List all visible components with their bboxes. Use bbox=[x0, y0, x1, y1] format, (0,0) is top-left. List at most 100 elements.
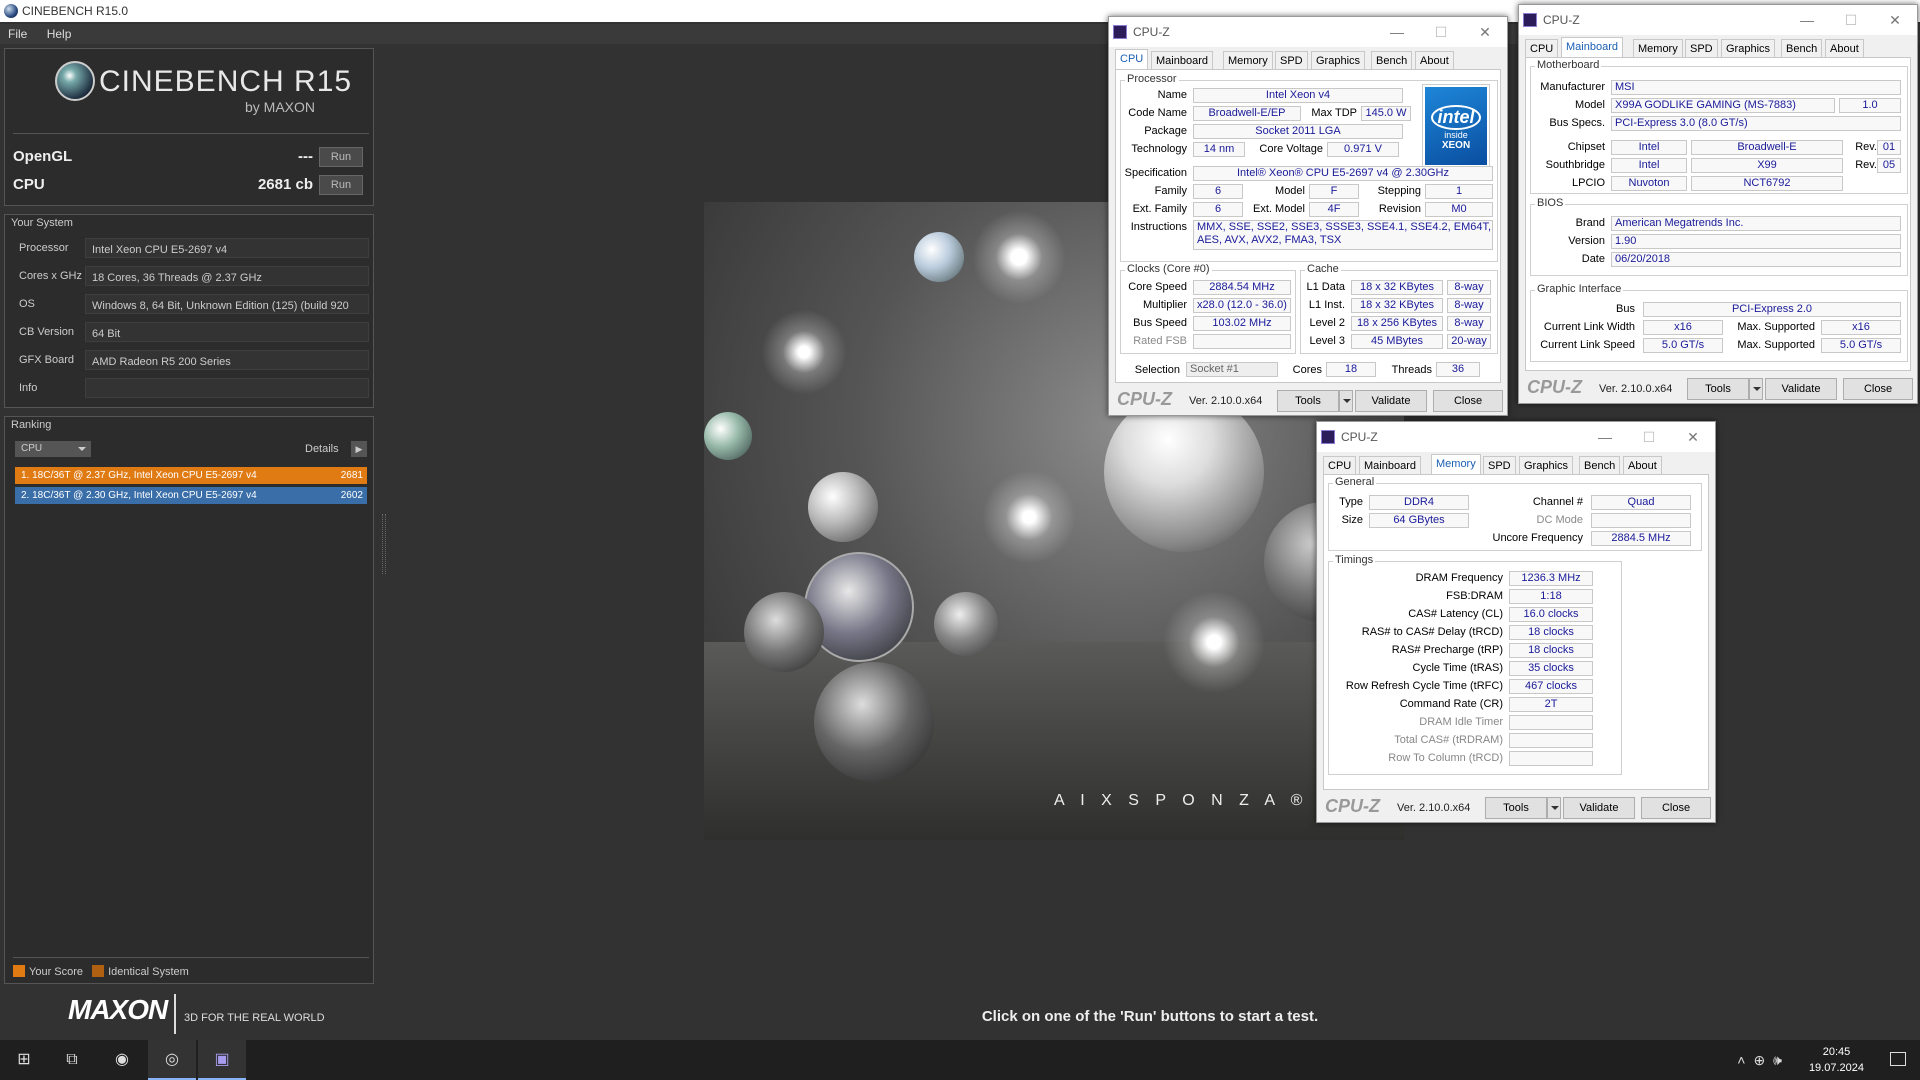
tab-memory[interactable]: Memory bbox=[1223, 51, 1273, 69]
tools-dropdown-icon[interactable] bbox=[1547, 797, 1561, 819]
close-icon[interactable]: ✕ bbox=[1873, 5, 1917, 35]
cinebench-app-icon bbox=[4, 4, 18, 18]
details-label[interactable]: Details bbox=[305, 441, 339, 457]
tab-cpu[interactable]: CPU bbox=[1323, 456, 1357, 474]
l2-value: 18 x 256 KBytes bbox=[1351, 316, 1443, 331]
maximize-icon[interactable]: ☐ bbox=[1627, 422, 1671, 452]
label: Model bbox=[1575, 99, 1605, 111]
tab-graphics[interactable]: Graphics bbox=[1311, 51, 1366, 69]
cpu-name-value: Intel Xeon v4 bbox=[1193, 88, 1403, 103]
cpuz-taskbar-icon[interactable]: ▣ bbox=[198, 1040, 246, 1080]
uncore-frequency-value: 2884.5 MHz bbox=[1591, 531, 1691, 546]
maximize-icon[interactable]: ☐ bbox=[1829, 5, 1873, 35]
maximize-icon[interactable]: ☐ bbox=[1419, 17, 1463, 47]
tab-spd[interactable]: SPD bbox=[1685, 39, 1718, 57]
close-icon[interactable]: ✕ bbox=[1463, 17, 1507, 47]
taskbar-app-icon[interactable]: ◉ bbox=[98, 1040, 146, 1080]
opengl-run-button[interactable]: Run bbox=[319, 147, 363, 167]
sys-label: CB Version bbox=[19, 326, 75, 338]
close-button[interactable]: Close bbox=[1641, 797, 1711, 819]
cpuz-footer: CPU-Z Ver. 2.10.0.x64 Tools Validate Clo… bbox=[1317, 794, 1715, 822]
tab-mainboard[interactable]: Mainboard bbox=[1359, 456, 1421, 474]
timing-label: Row To Column (tRCD) bbox=[1388, 752, 1503, 764]
menu-file[interactable]: File bbox=[8, 27, 27, 41]
label: Package bbox=[1144, 125, 1187, 137]
tab-bench[interactable]: Bench bbox=[1371, 51, 1413, 69]
cpu-score: 2681 cb bbox=[257, 176, 313, 193]
tab-bench[interactable]: Bench bbox=[1781, 39, 1823, 57]
cinebench-taskbar-icon[interactable]: ◎ bbox=[148, 1040, 196, 1080]
network-icon[interactable]: ⊕ bbox=[1753, 1052, 1773, 1068]
l1-data-value: 18 x 32 KBytes bbox=[1351, 280, 1443, 295]
socket-selector[interactable]: Socket #1 bbox=[1186, 362, 1278, 377]
render-sphere bbox=[1104, 392, 1264, 552]
tools-dropdown-icon[interactable] bbox=[1749, 378, 1763, 400]
task-view-icon[interactable]: ⧉ bbox=[48, 1040, 96, 1080]
lpcio-vendor: Nuvoton bbox=[1611, 176, 1687, 191]
tab-about[interactable]: About bbox=[1825, 39, 1864, 57]
cpuz-app-icon bbox=[1523, 13, 1537, 27]
tools-button[interactable]: Tools bbox=[1485, 797, 1547, 819]
volume-icon[interactable]: 🕪 bbox=[1773, 1052, 1790, 1068]
label: Core Voltage bbox=[1259, 143, 1323, 155]
cpuz-memory-window: CPU-Z — ☐ ✕ CPU Mainboard Memory SPD Gra… bbox=[1316, 421, 1716, 823]
tab-mainboard[interactable]: Mainboard bbox=[1151, 51, 1213, 69]
ranking-selector[interactable]: CPU bbox=[15, 441, 91, 457]
tab-spd[interactable]: SPD bbox=[1483, 456, 1516, 474]
tools-button[interactable]: Tools bbox=[1277, 390, 1339, 412]
tab-cpu[interactable]: CPU bbox=[1525, 39, 1559, 57]
chevron-up-icon[interactable]: ˄ bbox=[1737, 1052, 1753, 1068]
legend-your-score: Your Score bbox=[29, 966, 84, 978]
windows-start-icon[interactable]: ⊞ bbox=[0, 1040, 48, 1080]
group-title: Motherboard bbox=[1535, 59, 1602, 71]
tab-graphics[interactable]: Graphics bbox=[1519, 456, 1574, 474]
ranking-row[interactable]: 2. 18C/36T @ 2.30 GHz, Intel Xeon CPU E5… bbox=[15, 487, 367, 504]
close-icon[interactable]: ✕ bbox=[1671, 422, 1715, 452]
timing-value: 1:18 bbox=[1509, 589, 1593, 604]
tab-cpu[interactable]: CPU bbox=[1115, 49, 1149, 69]
tools-dropdown-icon[interactable] bbox=[1339, 390, 1353, 412]
splitter-handle[interactable] bbox=[382, 514, 386, 574]
notification-icon[interactable] bbox=[1890, 1052, 1906, 1066]
validate-button[interactable]: Validate bbox=[1765, 378, 1837, 400]
tools-button[interactable]: Tools bbox=[1687, 378, 1749, 400]
ranking-row[interactable]: 1. 18C/36T @ 2.37 GHz, Intel Xeon CPU E5… bbox=[15, 467, 367, 484]
minimize-icon[interactable]: — bbox=[1583, 422, 1627, 452]
label: Rev. bbox=[1855, 141, 1877, 153]
close-button[interactable]: Close bbox=[1433, 390, 1503, 412]
sys-row-processor: Processor Intel Xeon CPU E5-2697 v4 bbox=[13, 237, 369, 259]
tab-about[interactable]: About bbox=[1623, 456, 1662, 474]
tab-graphics[interactable]: Graphics bbox=[1721, 39, 1776, 57]
timing-label: CAS# Latency (CL) bbox=[1408, 608, 1503, 620]
clock[interactable]: 20:45 19.07.2024 bbox=[1809, 1044, 1864, 1076]
minimize-icon[interactable]: — bbox=[1785, 5, 1829, 35]
info-input[interactable] bbox=[85, 378, 369, 398]
cpuz-mainboard-tabbody: Motherboard Manufacturer MSI Model X99A … bbox=[1525, 57, 1911, 371]
tab-bench[interactable]: Bench bbox=[1579, 456, 1621, 474]
validate-button[interactable]: Validate bbox=[1355, 390, 1427, 412]
cpu-run-button[interactable]: Run bbox=[319, 175, 363, 195]
sys-row-cb-version: CB Version 64 Bit bbox=[13, 321, 369, 343]
tab-memory[interactable]: Memory bbox=[1431, 454, 1481, 474]
tab-memory[interactable]: Memory bbox=[1633, 39, 1683, 57]
details-arrow-icon[interactable]: ▶ bbox=[351, 441, 367, 457]
label: Bus bbox=[1616, 303, 1635, 315]
tab-mainboard[interactable]: Mainboard bbox=[1561, 37, 1623, 57]
validate-button[interactable]: Validate bbox=[1563, 797, 1635, 819]
specification-value: Intel® Xeon® CPU E5-2697 v4 @ 2.30GHz bbox=[1193, 166, 1493, 181]
group-title: General bbox=[1333, 476, 1377, 488]
minimize-icon[interactable]: — bbox=[1375, 17, 1419, 47]
label: Size bbox=[1341, 514, 1363, 526]
close-button[interactable]: Close bbox=[1843, 378, 1913, 400]
opengl-label: OpenGL bbox=[13, 148, 73, 165]
tab-about[interactable]: About bbox=[1415, 51, 1454, 69]
sys-label: GFX Board bbox=[19, 354, 75, 366]
menu-help[interactable]: Help bbox=[47, 27, 72, 41]
ranking-panel: Ranking CPU Details ▶ 1. 18C/36T @ 2.37 … bbox=[4, 416, 374, 984]
render-starburst bbox=[1154, 582, 1274, 702]
divider bbox=[174, 994, 176, 1034]
ranking-title: Ranking bbox=[11, 419, 52, 431]
render-starburst bbox=[974, 462, 1084, 572]
tab-spd[interactable]: SPD bbox=[1275, 51, 1308, 69]
render-sphere bbox=[934, 592, 998, 656]
